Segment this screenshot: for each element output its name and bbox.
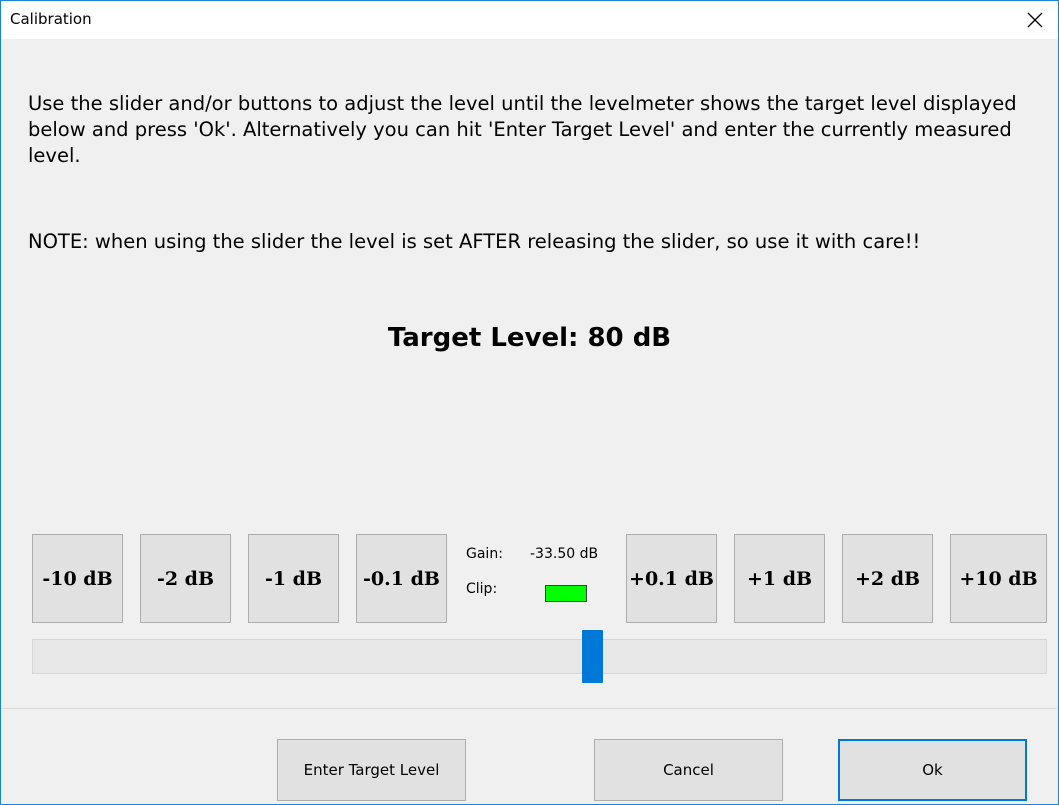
title-bar: Calibration: [1, 1, 1058, 39]
gain-label: Gain:: [466, 546, 503, 562]
plus-1db-button[interactable]: +1 dB: [734, 534, 825, 623]
clip-label: Clip:: [466, 581, 498, 597]
gain-slider-thumb[interactable]: [582, 630, 603, 683]
ok-button[interactable]: Ok: [838, 739, 1027, 801]
minus-1db-button[interactable]: -1 dB: [248, 534, 339, 623]
minus-2db-button[interactable]: -2 dB: [140, 534, 231, 623]
close-button[interactable]: [1012, 1, 1058, 39]
gain-slider-track[interactable]: [32, 639, 1047, 674]
cancel-button[interactable]: Cancel: [594, 739, 783, 801]
plus-0-1db-button[interactable]: +0.1 dB: [626, 534, 717, 623]
close-icon: [1027, 12, 1043, 28]
minus-0-1db-button[interactable]: -0.1 dB: [356, 534, 447, 623]
window-title: Calibration: [10, 10, 92, 28]
clip-indicator: [545, 585, 587, 602]
gain-value: -33.50 dB: [530, 546, 599, 562]
note-text: NOTE: when using the slider the level is…: [28, 230, 921, 253]
plus-2db-button[interactable]: +2 dB: [842, 534, 933, 623]
target-level-label: Target Level: 80 dB: [387, 323, 672, 353]
minus-10db-button[interactable]: -10 dB: [32, 534, 123, 623]
enter-target-level-button[interactable]: Enter Target Level: [277, 739, 466, 801]
footer-separator: [1, 708, 1058, 709]
instructions-text: Use the slider and/or buttons to adjust …: [28, 92, 1017, 167]
calibration-dialog: Calibration Use the slider and/or button…: [0, 0, 1059, 805]
plus-10db-button[interactable]: +10 dB: [950, 534, 1047, 623]
